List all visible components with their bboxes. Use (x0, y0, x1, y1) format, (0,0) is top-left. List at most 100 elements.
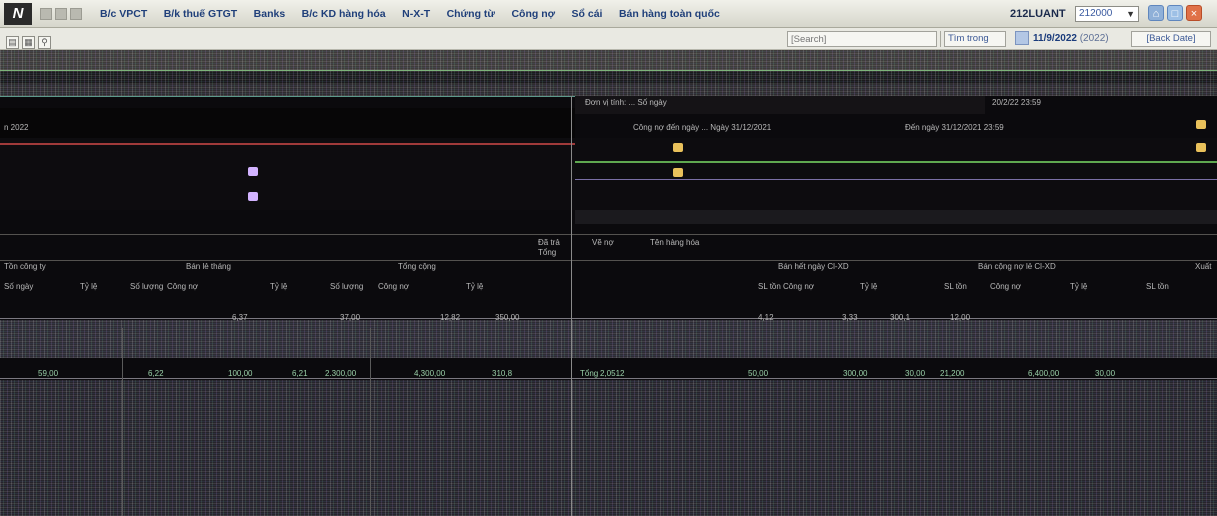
menu-bar: N B/c VPCT B/k thuế GTGT Banks B/c KD hà… (0, 0, 1217, 28)
divider (575, 161, 1217, 163)
report-text: Bán lẻ tháng (186, 262, 231, 271)
close-icon[interactable]: × (1186, 5, 1202, 21)
export-icon[interactable]: ▦ (22, 36, 35, 49)
date-selector[interactable]: 11/9/2022 (2022) (1015, 31, 1109, 47)
menu-item-cong-no[interactable]: Công nợ (511, 0, 555, 28)
report-value: 3,33 (842, 313, 858, 322)
marker-icon (1196, 120, 1206, 129)
current-year: (2022) (1079, 33, 1109, 44)
divider (575, 179, 1217, 180)
total-value: 50,00 (748, 369, 769, 378)
marker-icon (248, 167, 258, 176)
report-text: Tổng cộng (398, 262, 436, 271)
menu-item-so-cai[interactable]: Sổ cái (572, 0, 603, 28)
column-header: Tỷ lệ (1070, 282, 1088, 291)
column-header: Tỷ lệ (860, 282, 878, 291)
noise-band (0, 380, 1217, 516)
search-input[interactable] (787, 31, 937, 47)
column-header: SL tồn (758, 282, 781, 291)
forward-arrow-icon[interactable] (55, 8, 67, 20)
total-value: 6,21 (292, 369, 308, 378)
menu-item-bk-thue-gtgt[interactable]: B/k thuế GTGT (164, 0, 238, 28)
report-value: 37,00 (340, 313, 361, 322)
total-value: 6,400,00 (1028, 369, 1060, 378)
column-header: Công nợ (783, 282, 815, 291)
company-select-value: 212000 (1079, 8, 1113, 19)
menu-item-ban-hang-toan-quoc[interactable]: Bán hàng toàn quốc (619, 0, 720, 28)
divider (0, 96, 575, 97)
find-in-field[interactable]: Tìm trong (944, 31, 1006, 47)
report-text: Tên hàng hóa (650, 238, 700, 247)
report-text: n 2022 (4, 123, 29, 132)
column-divider (122, 328, 123, 516)
noise-band (0, 320, 1217, 358)
toolbar-divider (940, 31, 941, 47)
total-value: 310,8 (492, 369, 513, 378)
noise-band (0, 50, 1217, 70)
report-text: Tồn công ty (4, 262, 46, 271)
marker-icon (248, 192, 258, 201)
total-value: 30,00 (905, 369, 926, 378)
total-label: Tổng (580, 369, 599, 378)
report-text: Đến ngày 31/12/2021 23:59 (905, 123, 1004, 132)
menu-item-banks[interactable]: Banks (254, 0, 286, 28)
menu-item-bc-vpct[interactable]: B/c VPCT (100, 0, 147, 28)
report-value: 4,12 (758, 313, 774, 322)
menu-item-nxt[interactable]: N-X-T (402, 0, 430, 28)
print-icon[interactable]: ▤ (6, 36, 19, 49)
report-value: 6,37 (232, 313, 248, 322)
report-text: Bán cộng nợ lẻ Cl-XD (978, 262, 1056, 271)
column-header: Số lượng (330, 282, 364, 291)
header-band (0, 108, 575, 138)
report-text: Đơn vị tính: ... Số ngày (585, 98, 667, 107)
total-value: 30,00 (1095, 369, 1116, 378)
marker-icon (673, 168, 683, 177)
zoom-icon[interactable]: ⚲ (38, 36, 51, 49)
chevron-down-icon: ▼ (1126, 9, 1135, 19)
column-header: Tỷ lệ (270, 282, 288, 291)
report-text: Tổng (538, 248, 557, 257)
menu-item-chung-tu[interactable]: Chứng từ (447, 0, 495, 28)
back-date-button[interactable]: [Back Date] (1131, 31, 1211, 47)
column-header: SL tồn (944, 282, 967, 291)
company-select[interactable]: 212000 ▼ (1075, 6, 1139, 22)
toolbar: ▤▦⚲ Tìm trong 11/9/2022 (2022) [Back Dat… (0, 28, 1217, 50)
marker-icon (1196, 143, 1206, 152)
column-header: SL tồn (1146, 282, 1169, 291)
toolbar-icons: ▤ ▦ ⚲ (6, 32, 54, 50)
menu-item-bc-kd-hang-hoa[interactable]: B/c KD hàng hóa (302, 0, 386, 28)
column-header: Công nợ (167, 282, 199, 291)
divider (0, 70, 1217, 71)
divider (0, 260, 1217, 261)
total-value: 100,00 (228, 369, 253, 378)
main-menu: B/c VPCT B/k thuế GTGT Banks B/c KD hàng… (100, 0, 732, 28)
divider (0, 143, 575, 145)
window-controls: ⌂ □ × (1148, 5, 1205, 23)
column-header: Tỷ lệ (466, 282, 484, 291)
column-header: Công nợ (990, 282, 1022, 291)
total-value: 2,0512 (600, 369, 625, 378)
column-divider (370, 328, 371, 516)
report-area: n 2022 Đơn vị tính: ... Số ngày 20/2/22 … (0, 50, 1217, 516)
column-header: Số lượng (130, 282, 164, 291)
column-header: Công nợ (378, 282, 410, 291)
back-arrow-icon[interactable] (40, 8, 52, 20)
divider (0, 234, 1217, 235)
home-icon[interactable]: ⌂ (1148, 5, 1164, 21)
noise-band (0, 84, 1217, 96)
total-value: 21,200 (940, 369, 965, 378)
window-icon[interactable]: □ (1167, 5, 1183, 21)
total-value: 59,00 (38, 369, 59, 378)
column-divider (571, 96, 572, 516)
report-text: Công nợ đến ngày ... Ngày 31/12/2021 (633, 123, 772, 132)
total-value: 2.300,00 (325, 369, 357, 378)
refresh-icon[interactable] (70, 8, 82, 20)
report-text: Đã trả (538, 238, 560, 247)
current-date: 11/9/2022 (1033, 33, 1077, 44)
report-value: 350,00 (495, 313, 520, 322)
report-text: Xuất (1195, 262, 1212, 271)
report-text: Vẽ nợ (592, 238, 614, 247)
company-code: 212LUANT (1010, 8, 1066, 20)
calendar-icon[interactable] (1015, 31, 1029, 46)
header-band (0, 138, 1217, 210)
